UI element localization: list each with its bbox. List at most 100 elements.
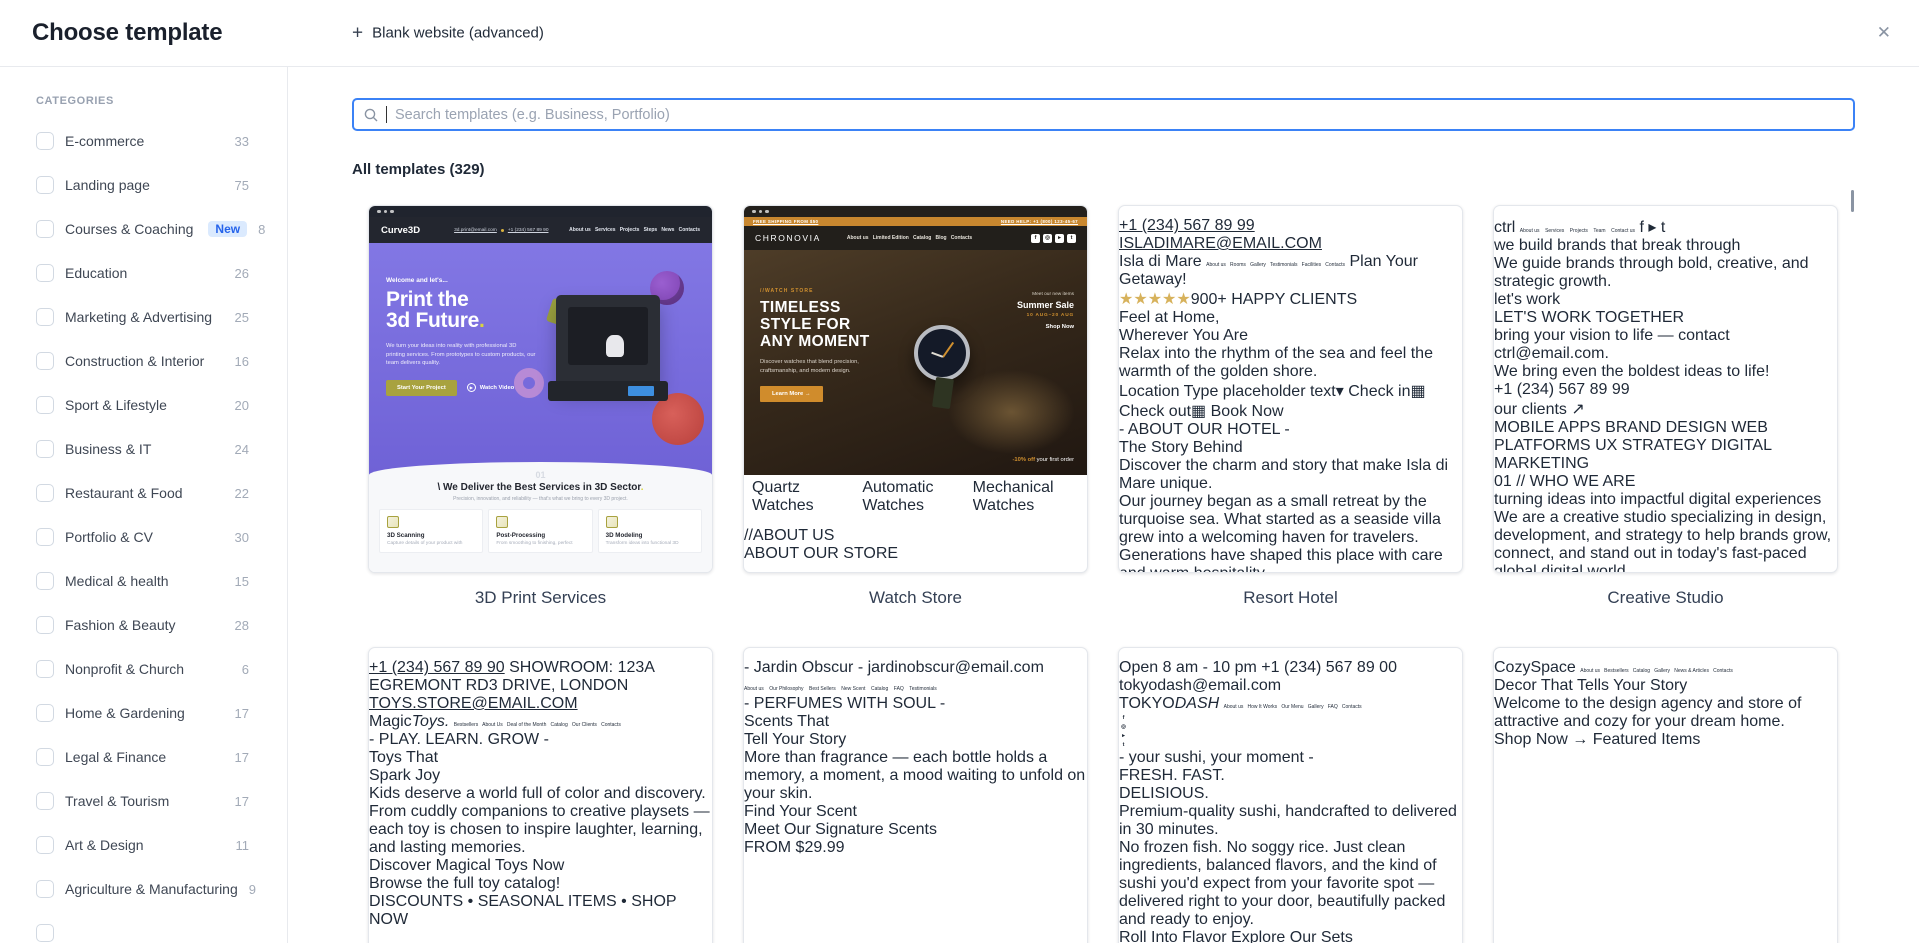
checkbox[interactable] <box>36 572 54 590</box>
preview-navbar: ctrl About us Services Projects Team Con… <box>1494 217 1837 237</box>
checkbox[interactable] <box>36 396 54 414</box>
template-card-perfume-store[interactable]: - Jardin Obscur - jardinobscur@email.com… <box>743 647 1088 943</box>
checkbox[interactable] <box>36 352 54 370</box>
blank-website-button[interactable]: + Blank website (advanced) <box>352 24 544 43</box>
template-card-resort-hotel[interactable]: +1 (234) 567 89 99 ISLADIMARE@EMAIL.COM … <box>1118 205 1463 608</box>
twitter-icon: t <box>1660 219 1666 236</box>
preview-footer-links: DISCOUNTS • SEASONAL ITEMS • SHOP NOW <box>369 893 677 928</box>
category-item-marketing-advertising[interactable]: Marketing & Advertising 25 <box>36 295 249 339</box>
preview-logo: CozySpace <box>1494 659 1576 676</box>
category-item-business-it[interactable]: Business & IT 24 <box>36 427 249 471</box>
checkbox[interactable] <box>36 748 54 766</box>
checkbox[interactable] <box>36 132 54 150</box>
category-tile: Automatic Watches <box>862 479 934 514</box>
page-title: Choose template <box>32 19 223 46</box>
preview-hero: - PLAY. LEARN. GROW - Toys That Spark Jo… <box>369 731 712 929</box>
printer-illustration <box>548 295 668 401</box>
category-item-art-design[interactable]: Art & Design 11 <box>36 823 249 867</box>
preview-cta-button: let's work <box>1494 291 1561 308</box>
watch-illustration <box>914 325 970 381</box>
category-item-agriculture-manufacturing[interactable]: Agriculture & Manufacturing 9 <box>36 867 256 911</box>
category-item-portfolio-cv[interactable]: Portfolio & CV 30 <box>36 515 249 559</box>
category-tile: Mechanical Watches <box>972 479 1054 514</box>
browser-chrome <box>1119 648 1462 659</box>
template-preview: CozySpace About us Bestsellers Catalog G… <box>1493 647 1838 943</box>
category-count: 75 <box>234 177 249 193</box>
category-item-construction-interior[interactable]: Construction & Interior 16 <box>36 339 249 383</box>
category-item-landing-page[interactable]: Landing page 75 <box>36 163 249 207</box>
category-count: 9 <box>248 881 256 897</box>
booking-bar: Location Type placeholder text▾ Check in… <box>1119 381 1462 421</box>
template-card-sushi-delivery[interactable]: Open 8 am - 10 pm +1 (234) 567 89 00 tok… <box>1118 647 1463 943</box>
preview-phone: +1 (234) 567 89 90 <box>507 227 549 233</box>
checkbox[interactable] <box>36 836 54 854</box>
category-item-education[interactable]: Education 26 <box>36 251 249 295</box>
preview-announcement-bar: FREE SHIPPING FROM $50 NEED HELP: +1 (80… <box>744 217 1087 226</box>
checkbox[interactable] <box>36 220 54 238</box>
preview-nav-links: About us Services Projects Team Contact … <box>1519 228 1636 234</box>
preview-logo: Isla di Mare <box>1119 253 1202 270</box>
preview-story-section: - ABOUT OUR HOTEL - The Story Behind Dis… <box>1119 421 1449 572</box>
category-count: 24 <box>234 441 249 457</box>
preview-signature-aside: Meet Our Signature Scents FROM $29.99 <box>744 821 937 856</box>
category-item-medical-health[interactable]: Medical & health 15 <box>36 559 249 603</box>
category-item-sport-lifestyle[interactable]: Sport & Lifestyle 20 <box>36 383 249 427</box>
checkin-field: Check in▦ <box>1348 383 1426 400</box>
category-count: 16 <box>234 353 249 369</box>
preview-hero-title: Toys That Spark Joy <box>369 749 441 784</box>
checkbox[interactable] <box>36 308 54 326</box>
category-item-travel-tourism[interactable]: Travel & Tourism 17 <box>36 779 249 823</box>
search-input[interactable] <box>395 106 1843 123</box>
template-preview: Open 8 am - 10 pm +1 (234) 567 89 00 tok… <box>1118 647 1463 943</box>
checkbox[interactable] <box>36 440 54 458</box>
template-title: Watch Store <box>869 588 962 607</box>
preview-navbar: CHRONOVIA About us Limited Edition Catal… <box>744 226 1087 250</box>
preview-hero: ★★★★★900+ HAPPY CLIENTS Feel at Home, Wh… <box>1119 289 1462 421</box>
category-item-partial[interactable] <box>36 911 249 943</box>
checkbox[interactable] <box>36 792 54 810</box>
category-item-courses-coaching[interactable]: Courses & Coaching New 8 <box>36 207 265 251</box>
facebook-icon: f <box>1639 219 1644 236</box>
new-badge: New <box>208 221 248 237</box>
template-card-watch-store[interactable]: FREE SHIPPING FROM $50 NEED HELP: +1 (80… <box>743 205 1088 608</box>
category-item-nonprofit-church[interactable]: Nonprofit & Church 6 <box>36 647 249 691</box>
template-card-3d-print-services[interactable]: Curve3D 3d.print@email.com +1 (234) 567 8… <box>368 205 713 608</box>
preview-hero-title: FRESH. FAST. DELISIOUS. <box>1119 767 1225 802</box>
checkbox[interactable] <box>36 176 54 194</box>
preview-header: - Jardin Obscur - jardinobscur@email.com <box>744 659 1087 677</box>
template-card-magic-toys[interactable]: +1 (234) 567 89 90 SHOWROOM: 123A EGREMO… <box>368 647 713 943</box>
preview-hero-title: Feel at Home, Wherever You Are <box>1119 309 1248 344</box>
preview-nav-links: About us Services Projects Steps News Co… <box>569 227 700 233</box>
checkbox[interactable] <box>36 616 54 634</box>
category-item-restaurant-food[interactable]: Restaurant & Food 22 <box>36 471 249 515</box>
twitter-icon: t <box>1067 233 1076 243</box>
category-item-ecommerce[interactable]: E-commerce 33 <box>36 119 249 163</box>
checkbox[interactable] <box>36 880 54 898</box>
template-preview: +1 (234) 567 89 90 SHOWROOM: 123A EGREMO… <box>368 647 713 943</box>
checkbox[interactable] <box>36 264 54 282</box>
category-count: 33 <box>234 133 249 149</box>
checkbox[interactable] <box>36 924 54 942</box>
checkbox[interactable] <box>36 704 54 722</box>
checkbox[interactable] <box>36 484 54 502</box>
preview-logo: - Jardin Obscur - <box>744 659 864 676</box>
preview-hero-title: we build brands that break through <box>1494 237 1741 254</box>
preview-cta-button: Roll Into Flavor <box>1119 929 1227 943</box>
scrollbar-thumb[interactable] <box>1851 190 1854 212</box>
category-item-home-gardening[interactable]: Home & Gardening 17 <box>36 691 249 735</box>
template-card-creative-studio[interactable]: ctrl About us Services Projects Team Con… <box>1493 205 1838 608</box>
close-icon[interactable]: ✕ <box>1877 23 1891 43</box>
category-item-legal-finance[interactable]: Legal & Finance 17 <box>36 735 249 779</box>
category-count: 20 <box>234 397 249 413</box>
search-box[interactable] <box>352 98 1855 131</box>
location-field: Location <box>1119 383 1180 400</box>
checkbox[interactable] <box>36 528 54 546</box>
twitter-icon: t <box>1122 741 1125 748</box>
preview-phone: +1 (234) 567 89 00 <box>1261 659 1397 676</box>
preview-nav-links: About us Rooms Gallery Testimonials Faci… <box>1206 262 1346 268</box>
category-item-fashion-beauty[interactable]: Fashion & Beauty 28 <box>36 603 249 647</box>
checkbox[interactable] <box>36 660 54 678</box>
preview-secondary-button: Featured Items <box>1592 731 1701 748</box>
template-card-decor-store[interactable]: CozySpace About us Bestsellers Catalog G… <box>1493 647 1838 943</box>
preview-email: 3d.print@email.com <box>454 227 497 233</box>
